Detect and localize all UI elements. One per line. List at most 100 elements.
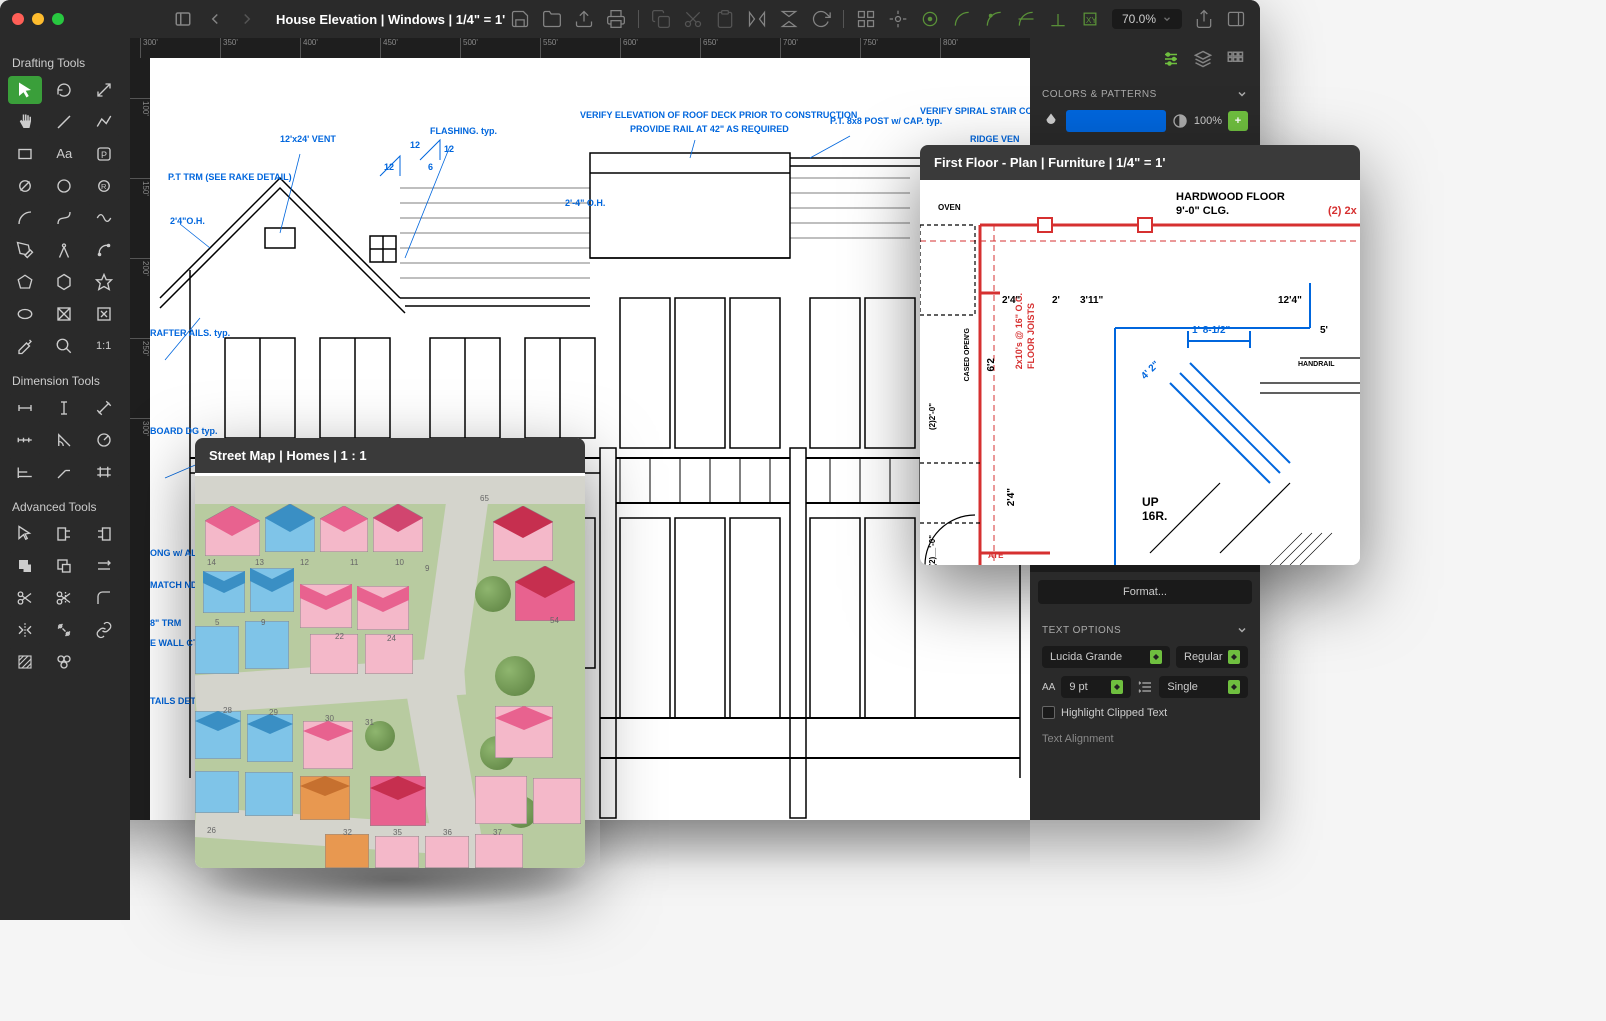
dim-aligned-tool[interactable]	[87, 394, 121, 422]
ellipse-tool[interactable]	[8, 300, 42, 328]
dim-124: 12'4"	[1278, 295, 1302, 306]
snap-tangent-icon[interactable]	[1016, 9, 1036, 29]
subtract-tool[interactable]	[47, 552, 81, 580]
street-map-canvas[interactable]: 14 13 12 11 10 9 65 54 5 9 22 24 28 29 3…	[195, 476, 585, 868]
fillet-tool[interactable]	[87, 584, 121, 612]
font-size-select[interactable]: 9 pt	[1061, 676, 1131, 698]
layers-tab-icon[interactable]	[1194, 50, 1212, 68]
panels-icon[interactable]	[1226, 9, 1246, 29]
minimize-window-button[interactable]	[32, 13, 44, 25]
chevron-down-icon[interactable]	[1236, 88, 1248, 100]
rotate-tool[interactable]	[47, 76, 81, 104]
fill-color-swatch[interactable]	[1066, 110, 1166, 132]
trim-tool[interactable]	[47, 520, 81, 548]
export-icon[interactable]	[574, 9, 594, 29]
sidebar-toggle-icon[interactable]	[174, 10, 192, 28]
knife-tool[interactable]	[47, 584, 81, 612]
back-icon[interactable]	[206, 10, 224, 28]
star-tool[interactable]	[87, 268, 121, 296]
street-map-window[interactable]: Street Map | Homes | 1 : 1	[195, 438, 585, 868]
arc-center-tool[interactable]	[87, 236, 121, 264]
snap-point-icon[interactable]	[920, 9, 940, 29]
flip-v-icon[interactable]	[779, 9, 799, 29]
snap-intersect-icon[interactable]	[984, 9, 1004, 29]
line-tool[interactable]	[47, 108, 81, 136]
forward-icon[interactable]	[238, 10, 256, 28]
hatch-tool[interactable]	[8, 648, 42, 676]
format-button[interactable]: Format...	[1038, 580, 1252, 604]
dim-leader-tool[interactable]	[47, 458, 81, 486]
delete-tool[interactable]	[87, 300, 121, 328]
spline-tool[interactable]	[87, 204, 121, 232]
zoom-tool[interactable]	[47, 332, 81, 360]
diameter-tool[interactable]	[8, 172, 42, 200]
floor-plan-window[interactable]: First Floor - Plan | Furniture | 1/4" = …	[920, 145, 1360, 565]
scale-display[interactable]: 1:1	[87, 332, 121, 360]
font-weight-select[interactable]: Regular	[1176, 646, 1248, 668]
chevron-down-icon[interactable]	[1236, 624, 1248, 636]
fill-drop-icon[interactable]	[1042, 112, 1060, 130]
mirror-tool[interactable]	[8, 616, 42, 644]
snap-icon[interactable]	[888, 9, 908, 29]
font-family-select[interactable]: Lucida Grande	[1042, 646, 1170, 668]
dim-angle-tool[interactable]	[47, 426, 81, 454]
close-window-button[interactable]	[12, 13, 24, 25]
polyline-tool[interactable]	[87, 108, 121, 136]
copy-icon[interactable]	[651, 9, 671, 29]
dim-chain-tool[interactable]	[8, 426, 42, 454]
arc-tool[interactable]	[8, 204, 42, 232]
cut-icon[interactable]	[683, 9, 703, 29]
dim-vertical-tool[interactable]	[47, 394, 81, 422]
save-icon[interactable]	[510, 9, 530, 29]
polygon-tool[interactable]	[8, 268, 42, 296]
extend-tool[interactable]	[87, 520, 121, 548]
folder-icon[interactable]	[542, 9, 562, 29]
lot-num: 12	[300, 558, 309, 567]
maximize-window-button[interactable]	[52, 13, 64, 25]
grid-icon[interactable]	[856, 9, 876, 29]
text-alignment-label: Text Alignment	[1038, 723, 1252, 745]
group-tool[interactable]	[47, 648, 81, 676]
dim-radius-tool[interactable]	[87, 426, 121, 454]
grid-tab-icon[interactable]	[1226, 50, 1244, 68]
dim-horizontal-tool[interactable]	[8, 394, 42, 422]
snap-xy-icon[interactable]: XY	[1080, 9, 1100, 29]
print-icon[interactable]	[606, 9, 626, 29]
radius-tool[interactable]: R	[87, 172, 121, 200]
paste-icon[interactable]	[715, 9, 735, 29]
zoom-level[interactable]: 70.0%	[1112, 9, 1182, 29]
flip-h-icon[interactable]	[747, 9, 767, 29]
dim-baseline-tool[interactable]	[8, 458, 42, 486]
scissors-tool[interactable]	[8, 584, 42, 612]
line-spacing-select[interactable]: Single	[1159, 676, 1248, 698]
crosshair-tool[interactable]	[47, 300, 81, 328]
circle-tool[interactable]	[47, 172, 81, 200]
union-tool[interactable]	[8, 552, 42, 580]
dim-ordinate-tool[interactable]	[87, 458, 121, 486]
select-tool[interactable]	[8, 76, 42, 104]
snap-perp-icon[interactable]	[1048, 9, 1068, 29]
pan-tool[interactable]	[8, 108, 42, 136]
rotate-icon[interactable]	[811, 9, 831, 29]
add-color-button[interactable]: +	[1228, 111, 1248, 131]
advanced-tools-label: Advanced Tools	[8, 494, 122, 520]
street-map-title: Street Map | Homes | 1 : 1	[195, 438, 585, 473]
sliders-tab-icon[interactable]	[1162, 50, 1180, 68]
eyedropper-tool[interactable]	[8, 332, 42, 360]
scale-tool[interactable]	[87, 76, 121, 104]
text-tool[interactable]: Aa	[47, 140, 81, 168]
highlight-clipped-checkbox[interactable]	[1042, 706, 1055, 719]
rect-tool[interactable]	[8, 140, 42, 168]
direct-select-tool[interactable]	[8, 520, 42, 548]
pen-tool[interactable]	[8, 236, 42, 264]
compass-tool[interactable]	[47, 236, 81, 264]
snap-arc-icon[interactable]	[952, 9, 972, 29]
offset-tool[interactable]	[87, 552, 121, 580]
share-icon[interactable]	[1194, 9, 1214, 29]
array-tool[interactable]	[47, 616, 81, 644]
bezier-tool[interactable]	[47, 204, 81, 232]
floor-plan-canvas[interactable]: HARDWOOD FLOOR 9'-0" CLG. (2) 2x OVEN HA…	[920, 183, 1360, 565]
chain-tool[interactable]	[87, 616, 121, 644]
hexagon-tool[interactable]	[47, 268, 81, 296]
parking-tool[interactable]: P	[87, 140, 121, 168]
